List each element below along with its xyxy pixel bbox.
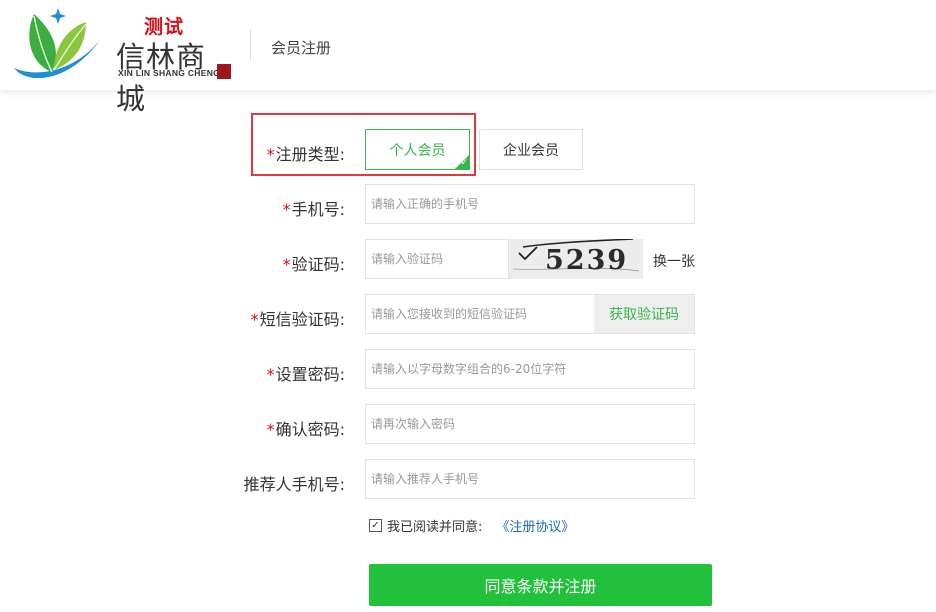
registration-type-label: *注册类型:	[266, 145, 345, 164]
captcha-refresh-link[interactable]: 换一张	[653, 251, 695, 271]
logo-pinyin: XIN LIN SHANG CHENG	[118, 68, 221, 78]
agree-and-register-button[interactable]: 同意条款并注册	[369, 564, 712, 606]
agreement-row: ✓ 我已阅读并同意: 《注册协议》	[369, 516, 574, 535]
page-header: 测试 信林商城 XIN LIN SHANG CHENG 会员注册	[0, 0, 936, 116]
captcha-label: *验证码:	[282, 255, 345, 274]
confirm-password-input[interactable]	[365, 404, 695, 444]
page-title: 会员注册	[271, 39, 332, 57]
password-input[interactable]	[365, 349, 695, 389]
site-logo[interactable]: 测试 信林商城 XIN LIN SHANG CHENG	[8, 6, 231, 116]
sms-code-input[interactable]	[365, 294, 595, 334]
captcha-text: 5239	[545, 245, 629, 276]
agreement-text: 我已阅读并同意:	[387, 520, 483, 535]
confirm-password-label: *确认密码:	[266, 420, 345, 439]
leaf-logo-icon	[14, 8, 100, 79]
get-sms-code-button[interactable]: 获取验证码	[594, 294, 695, 334]
captcha-input[interactable]	[365, 239, 509, 279]
enterprise-member-label: 企业会员	[503, 142, 559, 159]
enterprise-member-option[interactable]: 企业会员	[479, 129, 583, 170]
agreement-link[interactable]: 《注册协议》	[496, 516, 574, 535]
password-label: *设置密码:	[266, 365, 345, 384]
referrer-phone-input[interactable]	[365, 459, 695, 499]
sms-code-label: *短信验证码:	[250, 310, 345, 329]
phone-input[interactable]	[365, 184, 695, 224]
agreement-checkbox[interactable]: ✓	[369, 519, 382, 532]
captcha-image[interactable]: 5239	[509, 239, 643, 279]
referrer-phone-label: 推荐人手机号:	[243, 475, 345, 494]
personal-member-label: 个人会员	[389, 142, 446, 159]
header-divider	[250, 30, 251, 60]
checkmark-icon: ✓	[460, 158, 468, 168]
personal-member-option[interactable]: 个人会员 ✓	[365, 129, 470, 170]
seal-icon	[217, 64, 231, 79]
phone-label: *手机号:	[282, 200, 345, 219]
